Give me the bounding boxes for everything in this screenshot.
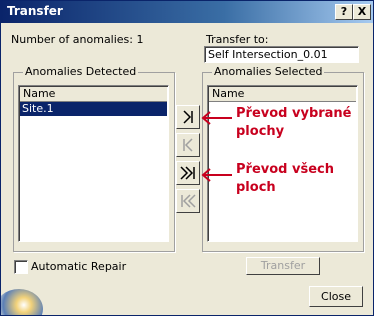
transfer-dialog: Transfer ? X Number of anomalies: 1 Tran… <box>0 0 374 316</box>
anomalies-selected-legend: Anomalies Selected <box>212 65 325 78</box>
arrow-right-bar-icon <box>183 110 193 124</box>
transfer-button[interactable]: Transfer <box>246 257 320 275</box>
annotation-transfer-all-line2: ploch <box>236 180 276 195</box>
anomaly-count: Number of anomalies: 1 <box>11 33 144 46</box>
transfer-to-field[interactable]: Self Intersection_0.01 <box>204 46 359 63</box>
transfer-to-label: Transfer to: <box>206 33 269 46</box>
window-title: Transfer <box>7 4 63 18</box>
remove-all-button[interactable] <box>176 189 200 213</box>
list-item[interactable]: Site.1 <box>20 102 167 116</box>
detected-list[interactable]: Name Site.1 <box>18 85 169 242</box>
transfer-selected-button[interactable] <box>176 105 200 129</box>
arrow-left-bar-icon <box>183 138 193 152</box>
help-button[interactable]: ? <box>335 4 353 20</box>
annotation-transfer-selected-line2: plochy <box>236 124 285 139</box>
annotation-arrow-icon <box>201 111 232 125</box>
remove-selected-button[interactable] <box>176 133 200 157</box>
corner-logo <box>1 289 43 315</box>
annotation-arrow-icon <box>201 168 232 182</box>
anomalies-detected-legend: Anomalies Detected <box>23 65 139 78</box>
close-window-button[interactable]: X <box>353 4 371 20</box>
title-bar: Transfer ? X <box>1 1 373 23</box>
transfer-all-button[interactable] <box>176 161 200 185</box>
close-button[interactable]: Close <box>309 286 363 307</box>
automatic-repair-checkbox[interactable] <box>14 260 28 274</box>
detected-name-header[interactable]: Name <box>20 87 167 102</box>
double-arrow-right-bar-icon <box>180 166 195 180</box>
selected-name-header[interactable]: Name <box>209 87 356 102</box>
annotation-transfer-all-line1: Převod všech <box>236 162 334 177</box>
automatic-repair-label: Automatic Repair <box>31 260 127 273</box>
double-arrow-left-bar-icon <box>181 194 196 208</box>
annotation-transfer-selected-line1: Převod vybrané <box>236 106 352 121</box>
